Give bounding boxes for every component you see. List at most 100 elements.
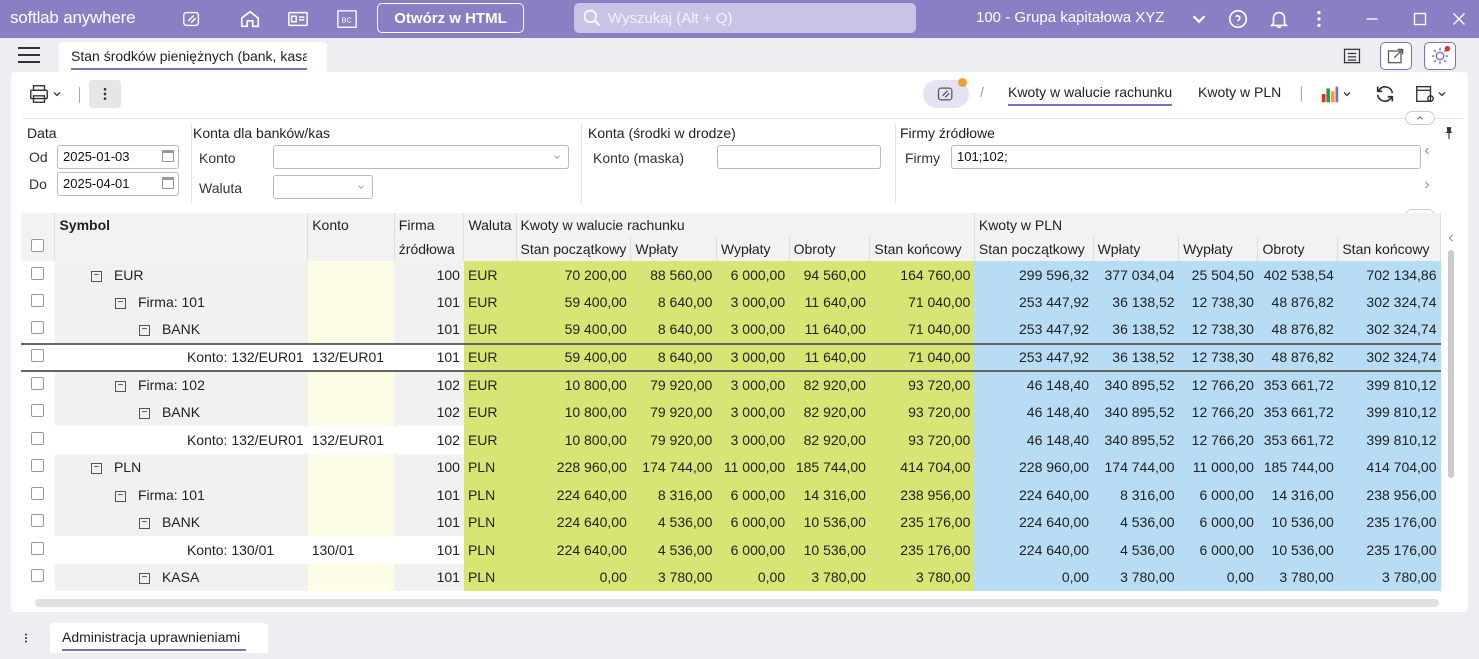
chevron-right-icon[interactable] [1421,179,1433,191]
table-row[interactable]: − BANK 101 EUR 59 400,00 8 640,00 3 000,00 11 6… [21,316,1441,344]
table-row[interactable]: − Firma: 102 102 EUR 10 800,00 79 920,00 3 000… [21,371,1441,399]
table-row[interactable]: − Firma: 101 101 EUR 59 400,00 8 640,00 3 000,… [21,288,1441,316]
list-icon[interactable] [1336,42,1368,70]
firmy-value: 101;102; [957,149,1008,164]
row-checkbox[interactable] [31,404,44,418]
refresh-icon[interactable] [1371,80,1399,108]
collapse-icon[interactable]: − [114,490,126,502]
col-stan-poczatkowy-pln[interactable]: Stan początkowy [974,237,1094,261]
search-input[interactable] [608,9,908,27]
col-wyplaty-pln[interactable]: Wypłaty [1178,237,1259,261]
collapse-icon[interactable]: − [114,298,126,310]
col-firma[interactable]: Firma [394,213,465,237]
konto-maska-input[interactable] [717,145,881,169]
pin-icon[interactable] [1442,125,1456,141]
col-symbol[interactable]: Symbol [54,213,309,261]
menu-icon[interactable] [18,47,40,63]
col-obroty[interactable]: Obroty [789,237,871,261]
chevron-left-icon[interactable] [1421,145,1433,157]
chevron-down-icon[interactable] [1186,6,1212,32]
table-row[interactable]: − BANK 101 PLN 224 640,00 4 536,00 6 000,00 10 … [21,508,1441,536]
horizontal-scrollbar[interactable] [35,599,1439,607]
open-html-button[interactable]: Otwórz w HTML [377,3,524,33]
collapse-icon[interactable]: − [90,270,102,282]
row-checkbox[interactable] [31,459,44,473]
table-row[interactable]: − BANK 102 EUR 10 800,00 79 920,00 3 000,00 82 … [21,398,1441,426]
bell-icon[interactable] [1266,6,1292,32]
vertical-scrollbar[interactable] [1448,250,1454,478]
more-vertical-icon[interactable] [1306,6,1332,32]
row-checkbox[interactable] [31,541,44,555]
row-checkbox[interactable] [31,486,44,500]
col-wyplaty[interactable]: Wypłaty [716,237,790,261]
search-box[interactable] [574,3,916,33]
more-vertical-icon[interactable] [20,630,32,649]
close-icon[interactable] [1446,6,1472,32]
chevron-left-icon[interactable] [1445,232,1457,244]
firmy-input[interactable]: 101;102; [951,145,1421,169]
share-icon[interactable] [1380,42,1412,70]
calendar-icon[interactable] [162,177,174,189]
col-wplaty-pln[interactable]: Wpłaty [1093,237,1180,261]
collapse-icon[interactable]: − [138,408,150,420]
table-row[interactable]: − KASA 101 PLN 0,00 3 780,00 0,00 3 780,00 3 780… [21,563,1441,591]
chart-button[interactable] [1316,80,1356,108]
minimize-icon[interactable] [1359,6,1385,32]
col-konto[interactable]: Konto [307,213,395,261]
row-checkbox[interactable] [31,514,44,528]
date-to-input[interactable]: 2025-04-01 [57,172,179,196]
amount-pln-cell: 399 810,12 [1337,371,1441,399]
home-icon[interactable] [237,6,263,32]
row-checkbox[interactable] [31,349,44,363]
tab-administracja[interactable]: Administracja uprawnieniami [50,623,268,653]
collapse-icon[interactable]: − [138,325,150,337]
tab-stan-srodkow[interactable]: Stan środków pieniężnych (bank, kasa) [59,42,327,72]
cubes-icon[interactable] [173,6,211,32]
amount-rach-cell: 82 920,00 [789,371,870,399]
col-stan-koncowy-pln[interactable]: Stan końcowy [1337,237,1441,261]
table-row[interactable]: Konto: 132/EUR01 132/EUR01 101 EUR 59 400,00… [21,342,1441,372]
table-row[interactable]: Konto: 132/EUR01 132/EUR01 102 EUR 10 800,00… [21,426,1441,454]
collapse-icon[interactable]: − [138,518,150,530]
divider [895,123,896,203]
col-stan-koncowy[interactable]: Stan końcowy [869,237,975,261]
row-checkbox[interactable] [31,569,44,583]
col-wplaty[interactable]: Wpłaty [630,237,717,261]
row-checkbox[interactable] [31,321,44,335]
row-checkbox[interactable] [31,294,44,308]
col-waluta[interactable]: Waluta [463,213,517,261]
col-firma-line2[interactable]: źródłowa [394,237,465,261]
chevron-down-icon [53,92,61,97]
collapse-icon[interactable]: − [90,463,102,475]
collapse-icon[interactable]: − [114,381,126,393]
row-checkbox[interactable] [31,431,44,445]
print-button[interactable] [23,80,67,108]
settings-button[interactable] [1411,80,1451,108]
konto-select[interactable] [273,145,569,169]
col-stan-poczatkowy[interactable]: Stan początkowy [516,237,632,261]
company-selector[interactable]: 100 - Grupa kapitałowa XYZ [976,9,1164,26]
waluta-select[interactable] [273,175,373,199]
tab-kwoty-pln[interactable]: Kwoty w PLN [1198,84,1281,100]
bc-icon[interactable]: BC [334,6,360,32]
more-options-button[interactable] [89,80,121,108]
row-checkbox[interactable] [31,377,44,391]
collapse-up-button[interactable] [1405,111,1435,125]
table-row[interactable]: − PLN 100 PLN 228 960,00 174 744,00 11 000,00 1… [21,453,1441,481]
tab-kwoty-rachunku[interactable]: Kwoty w walucie rachunku [1008,84,1173,106]
calendar-icon[interactable] [162,150,174,162]
cubes-toggle-button[interactable] [923,78,969,108]
table-row[interactable]: − Firma: 101 101 PLN 224 640,00 8 316,00 6 000… [21,481,1441,509]
symbol-cell: − EUR [54,261,308,289]
collapse-icon[interactable]: − [138,573,150,585]
date-from-input[interactable]: 2025-01-03 [57,145,179,169]
row-checkbox[interactable] [31,266,44,280]
col-obroty-pln[interactable]: Obroty [1257,237,1339,261]
select-all-checkbox[interactable] [31,239,44,252]
maximize-icon[interactable] [1407,6,1433,32]
help-icon[interactable] [1225,6,1251,32]
table-row[interactable]: − EUR 100 EUR 70 200,00 88 560,00 6 000,00 94 5… [21,261,1441,289]
theme-icon[interactable] [1424,42,1456,70]
table-row[interactable]: Konto: 130/01 130/01 101 PLN 224 640,00 4 536… [21,536,1441,564]
id-card-icon[interactable] [285,6,311,32]
